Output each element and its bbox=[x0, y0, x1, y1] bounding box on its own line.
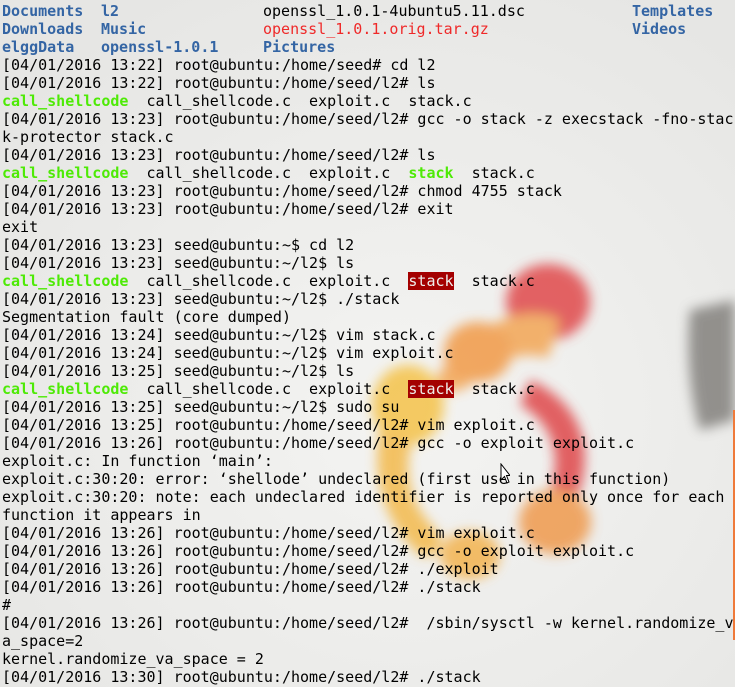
line-text: call_shellcode.c exploit.c bbox=[128, 164, 409, 182]
line-text: [04/01/2016 13:23] root@ubuntu:/home/see… bbox=[2, 146, 436, 164]
line-text: stack.c bbox=[453, 272, 535, 290]
terminal-line: [04/01/2016 13:25] root@ubuntu:/home/see… bbox=[2, 416, 733, 434]
terminal-line: a_space=2 bbox=[2, 632, 733, 650]
terminal-line: [04/01/2016 13:25] seed@ubuntu:~/l2$ ls bbox=[2, 362, 733, 380]
line-text: exploit.c:30:20: error: ‘shellode’ undec… bbox=[2, 470, 671, 488]
terminal-line: function it appears in bbox=[2, 506, 733, 524]
setuid-file-highlight: stack bbox=[408, 272, 454, 290]
line-text: stack.c bbox=[453, 164, 535, 182]
line-text: [04/01/2016 13:25] seed@ubuntu:~/l2$ ls bbox=[2, 362, 355, 380]
line-text: [04/01/2016 13:23] seed@ubuntu:~/l2$ ls bbox=[2, 254, 355, 272]
terminal-line: # bbox=[2, 596, 733, 614]
terminal-line: [04/01/2016 13:23] seed@ubuntu:~$ cd l2 bbox=[2, 236, 733, 254]
terminal-line: [04/01/2016 13:23] root@ubuntu:/home/see… bbox=[2, 146, 733, 164]
ls-entry-directory: openssl-1.0.1 bbox=[101, 38, 219, 56]
ls-entry-file: openssl_1.0.1-4ubuntu5.11.dsc bbox=[263, 2, 525, 20]
line-text: [04/01/2016 13:26] root@ubuntu:/home/see… bbox=[2, 542, 635, 560]
executable-file-name: call_shellcode bbox=[2, 164, 129, 182]
line-text: [04/01/2016 13:25] root@ubuntu:/home/see… bbox=[2, 416, 535, 434]
line-text: stack.c bbox=[453, 380, 535, 398]
terminal-line: call_shellcode call_shellcode.c exploit.… bbox=[2, 164, 733, 182]
terminal-line: kernel.randomize_va_space = 2 bbox=[2, 650, 733, 668]
terminal-line: [04/01/2016 13:25] seed@ubuntu:~/l2$ sud… bbox=[2, 398, 733, 416]
ls-entry-directory: Documents bbox=[2, 2, 84, 20]
line-text: [04/01/2016 13:23] seed@ubuntu:~/l2$ ./s… bbox=[2, 290, 400, 308]
line-text: [04/01/2016 13:26] root@ubuntu:/home/see… bbox=[2, 434, 635, 452]
line-text: [04/01/2016 13:23] root@ubuntu:/home/see… bbox=[2, 110, 733, 128]
terminal-line: call_shellcode call_shellcode.c exploit.… bbox=[2, 272, 733, 290]
ls-row: elggData openssl-1.0.1 Pictures bbox=[2, 38, 733, 56]
line-text: Segmentation fault (core dumped) bbox=[2, 308, 291, 326]
ls-entry-directory: elggData bbox=[2, 38, 75, 56]
terminal-line: exploit.c: In function ‘main’: bbox=[2, 452, 733, 470]
line-text: call_shellcode.c exploit.c bbox=[128, 380, 409, 398]
terminal-lines: [04/01/2016 13:22] root@ubuntu:/home/see… bbox=[2, 56, 733, 686]
ls-entry-directory: Templates bbox=[632, 2, 714, 20]
ls-entry-directory: l2 bbox=[101, 2, 120, 20]
ls-entry-archive: openssl_1.0.1.orig.tar.gz bbox=[263, 20, 489, 38]
terminal-line: [04/01/2016 13:26] root@ubuntu:/home/see… bbox=[2, 524, 733, 542]
terminal-line: call_shellcode call_shellcode.c exploit.… bbox=[2, 92, 733, 110]
line-text: [04/01/2016 13:23] root@ubuntu:/home/see… bbox=[2, 182, 562, 200]
line-text: a_space=2 bbox=[2, 632, 84, 650]
terminal-output[interactable]: Documents l2 openssl_1.0.1-4ubuntu5.11.d… bbox=[2, 2, 733, 686]
line-text: [04/01/2016 13:26] root@ubuntu:/home/see… bbox=[2, 578, 481, 596]
terminal-line: [04/01/2016 13:24] seed@ubuntu:~/l2$ vim… bbox=[2, 326, 733, 344]
terminal-line: [04/01/2016 13:23] seed@ubuntu:~/l2$ ls bbox=[2, 254, 733, 272]
line-text: kernel.randomize_va_space = 2 bbox=[2, 650, 264, 668]
line-text: [04/01/2016 13:23] root@ubuntu:/home/see… bbox=[2, 200, 454, 218]
ls-row: Downloads Music openssl_1.0.1.orig.tar.g… bbox=[2, 20, 733, 38]
terminal-line: exit bbox=[2, 218, 733, 236]
terminal-line: [04/01/2016 13:26] root@ubuntu:/home/see… bbox=[2, 578, 733, 596]
setuid-file-highlight: stack bbox=[408, 380, 454, 398]
line-text: [04/01/2016 13:26] root@ubuntu:/home/see… bbox=[2, 614, 733, 632]
line-text: exploit.c:30:20: note: each undeclared i… bbox=[2, 488, 725, 506]
line-text: # bbox=[2, 596, 12, 614]
line-text: function it appears in bbox=[2, 506, 201, 524]
ls-entry-directory: Music bbox=[101, 20, 147, 38]
executable-file-name: stack bbox=[408, 164, 454, 182]
terminal-line: [04/01/2016 13:23] root@ubuntu:/home/see… bbox=[2, 182, 733, 200]
terminal-line: call_shellcode call_shellcode.c exploit.… bbox=[2, 380, 733, 398]
terminal-line: [04/01/2016 13:26] root@ubuntu:/home/see… bbox=[2, 434, 733, 452]
line-text: [04/01/2016 13:30] root@ubuntu:/home/see… bbox=[2, 668, 481, 686]
line-text: [04/01/2016 13:25] seed@ubuntu:~/l2$ sud… bbox=[2, 398, 400, 416]
terminal-line: exploit.c:30:20: note: each undeclared i… bbox=[2, 488, 733, 506]
line-text: exploit.c: In function ‘main’: bbox=[2, 452, 273, 470]
line-text: call_shellcode.c exploit.c stack.c bbox=[128, 92, 472, 110]
terminal-line: [04/01/2016 13:23] seed@ubuntu:~/l2$ ./s… bbox=[2, 290, 733, 308]
line-text: [04/01/2016 13:24] seed@ubuntu:~/l2$ vim… bbox=[2, 344, 454, 362]
terminal-line: exploit.c:30:20: error: ‘shellode’ undec… bbox=[2, 470, 733, 488]
ls-entry-directory: Pictures bbox=[263, 38, 336, 56]
line-text: [04/01/2016 13:26] root@ubuntu:/home/see… bbox=[2, 560, 499, 578]
executable-file-name: call_shellcode bbox=[2, 272, 129, 290]
line-text: [04/01/2016 13:22] root@ubuntu:/home/see… bbox=[2, 56, 436, 74]
mouse-cursor-icon bbox=[500, 463, 510, 484]
terminal-line: [04/01/2016 13:22] root@ubuntu:/home/see… bbox=[2, 74, 733, 92]
executable-file-name: call_shellcode bbox=[2, 380, 129, 398]
line-text: exit bbox=[2, 218, 39, 236]
terminal-line: [04/01/2016 13:22] root@ubuntu:/home/see… bbox=[2, 56, 733, 74]
line-text: k-protector stack.c bbox=[2, 128, 174, 146]
line-text: [04/01/2016 13:22] root@ubuntu:/home/see… bbox=[2, 74, 436, 92]
line-text: [04/01/2016 13:23] seed@ubuntu:~$ cd l2 bbox=[2, 236, 355, 254]
terminal-line: [04/01/2016 13:26] root@ubuntu:/home/see… bbox=[2, 542, 733, 560]
terminal-line: [04/01/2016 13:24] seed@ubuntu:~/l2$ vim… bbox=[2, 344, 733, 362]
terminal-line: [04/01/2016 13:23] root@ubuntu:/home/see… bbox=[2, 110, 733, 128]
line-text: call_shellcode.c exploit.c bbox=[128, 272, 409, 290]
terminal-line: [04/01/2016 13:30] root@ubuntu:/home/see… bbox=[2, 668, 733, 686]
terminal-line: Segmentation fault (core dumped) bbox=[2, 308, 733, 326]
line-text: [04/01/2016 13:24] seed@ubuntu:~/l2$ vim… bbox=[2, 326, 436, 344]
terminal-line: [04/01/2016 13:26] root@ubuntu:/home/see… bbox=[2, 560, 733, 578]
ls-entry-directory: Videos bbox=[632, 20, 687, 38]
ls-row: Documents l2 openssl_1.0.1-4ubuntu5.11.d… bbox=[2, 2, 733, 20]
terminal-line: [04/01/2016 13:26] root@ubuntu:/home/see… bbox=[2, 614, 733, 632]
terminal-line: k-protector stack.c bbox=[2, 128, 733, 146]
terminal-line: [04/01/2016 13:23] root@ubuntu:/home/see… bbox=[2, 200, 733, 218]
line-text: [04/01/2016 13:26] root@ubuntu:/home/see… bbox=[2, 524, 535, 542]
ls-entry-directory: Downloads bbox=[2, 20, 84, 38]
